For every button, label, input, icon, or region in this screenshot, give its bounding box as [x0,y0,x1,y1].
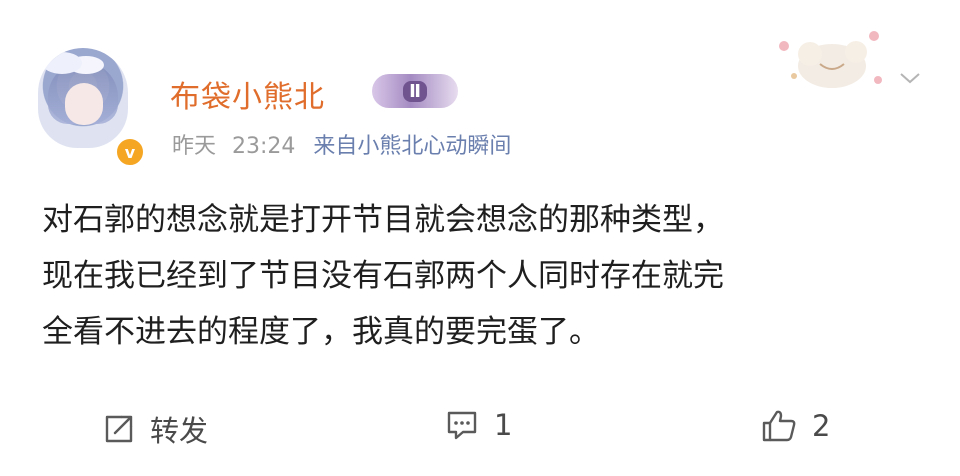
thumbs-up-icon [762,410,796,442]
comment-button[interactable]: 1 [444,408,512,442]
username[interactable]: 布袋小熊北 [170,72,325,116]
forward-label: 转发 [150,414,209,448]
avatar-container[interactable]: v [38,48,146,168]
chevron-down-icon[interactable] [898,70,922,86]
avatar-face [65,83,103,125]
like-button[interactable]: 2 [760,408,830,444]
forward-icon [105,415,133,443]
post-meta: 昨天 23:24 来自小熊北心动瞬间 [172,128,511,160]
like-count: 2 [812,409,831,443]
forward-button[interactable]: 转发 [102,408,208,450]
post-date: 昨天 [172,134,217,159]
comment-icon [447,411,477,440]
avatar-bow [42,52,82,74]
post-time: 23:24 [232,134,296,159]
decorative-sticker-icon [779,31,882,88]
comment-count: 1 [494,408,513,442]
verified-badge-icon: v [114,136,146,168]
member-badge-label: Ⅱ [403,80,427,102]
post-text: 对石郭的想念就是打开节目就会想念的那种类型， 现在我已经到了节目没有石郭两个人同… [42,202,724,350]
avatar[interactable] [38,48,128,148]
post-source[interactable]: 来自小熊北心动瞬间 [313,134,511,159]
member-badge[interactable]: Ⅱ [372,74,458,108]
